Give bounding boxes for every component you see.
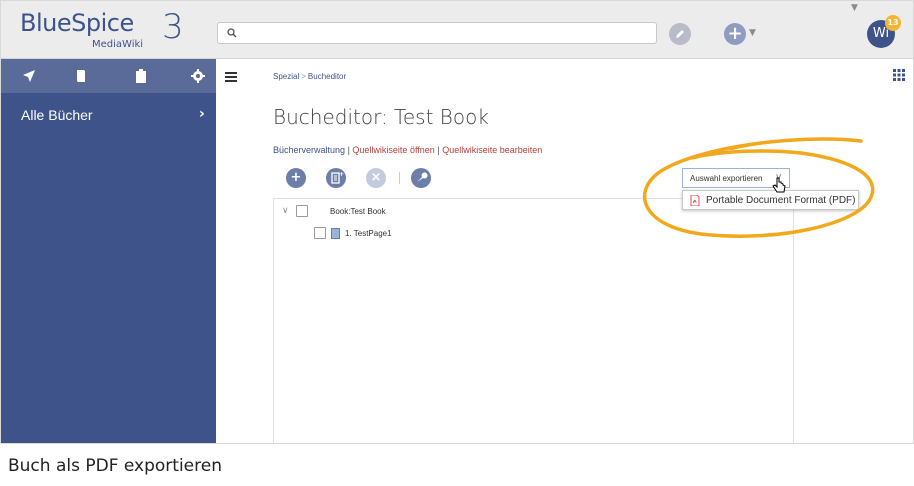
- pdf-icon: [690, 195, 700, 206]
- navigation-icon[interactable]: [21, 68, 37, 84]
- plus-icon: +: [727, 23, 743, 44]
- clipboard-icon[interactable]: [133, 68, 149, 84]
- export-dropdown-label: Auswahl exportieren: [690, 174, 763, 183]
- tree-root-label[interactable]: Book:Test Book: [330, 207, 386, 216]
- remove-button[interactable]: ×: [366, 168, 386, 188]
- sidebar-item-all-books[interactable]: Alle Bücher ›: [1, 105, 216, 127]
- checkbox-page[interactable]: [314, 227, 326, 239]
- pencil-icon: [676, 30, 684, 38]
- breadcrumb: Spezial > Bucheditor: [273, 72, 346, 81]
- tree-page-label[interactable]: 1. TestPage1: [345, 229, 392, 238]
- chevron-down-icon[interactable]: ▼: [851, 3, 858, 13]
- app-window: BlueSpice MediaWiki 3 + ▼ ▼ Wi 13 Alle B…: [0, 0, 914, 444]
- book-links: Bücherverwaltung | Quellwikiseite öffnen…: [273, 145, 542, 155]
- apps-grid-icon[interactable]: [893, 69, 905, 81]
- add-page-button[interactable]: +: [326, 168, 346, 188]
- wrench-icon: [417, 172, 428, 182]
- page-title: Bucheditor: Test Book: [273, 105, 489, 129]
- page-icon: [331, 228, 340, 239]
- link-separator: |: [347, 145, 350, 155]
- edit-button[interactable]: [669, 23, 691, 45]
- gear-icon[interactable]: [190, 68, 206, 84]
- sidebar-tabs: [1, 59, 216, 93]
- breadcrumb-separator: >: [301, 72, 306, 81]
- search-input[interactable]: [217, 22, 657, 44]
- book-icon[interactable]: [73, 68, 89, 84]
- logo-subtitle: MediaWiki: [92, 39, 144, 50]
- breadcrumb-link-spezial[interactable]: Spezial: [273, 72, 299, 81]
- link-separator: |: [437, 145, 440, 155]
- toolbar-divider: [399, 172, 400, 184]
- link-open-source-page[interactable]: Quellwikiseite öffnen: [352, 145, 434, 155]
- hand-cursor-icon: [772, 177, 786, 193]
- document-add-icon: +: [331, 171, 344, 184]
- create-button[interactable]: +: [724, 23, 746, 45]
- menu-icon[interactable]: [225, 72, 237, 82]
- close-icon: ×: [370, 170, 382, 185]
- svg-text:+: +: [339, 171, 344, 178]
- logo-wordmark: BlueSpice: [20, 9, 134, 37]
- chevron-right-icon: ›: [199, 106, 205, 122]
- logo-version: 3: [162, 7, 184, 47]
- breadcrumb-current[interactable]: Bucheditor: [308, 72, 346, 81]
- search-icon: [227, 28, 237, 38]
- tools-button[interactable]: [411, 168, 431, 188]
- plus-icon: +: [290, 170, 302, 185]
- sidebar-item-label: Alle Bücher: [21, 107, 93, 123]
- sidebar: Alle Bücher ›: [1, 59, 216, 443]
- top-bar: BlueSpice MediaWiki 3 + ▼ ▼ Wi 13: [1, 1, 913, 59]
- link-edit-source-page[interactable]: Quellwikiseite bearbeiten: [442, 145, 542, 155]
- export-option-pdf[interactable]: Portable Document Format (PDF): [682, 190, 859, 210]
- chevron-down-icon[interactable]: ∨: [282, 206, 289, 216]
- chevron-down-icon[interactable]: ▼: [749, 28, 756, 38]
- figure-caption: Buch als PDF exportieren: [8, 456, 222, 476]
- link-book-management[interactable]: Bücherverwaltung: [273, 145, 345, 155]
- add-chapter-button[interactable]: +: [286, 168, 306, 188]
- notification-badge[interactable]: 13: [885, 15, 901, 31]
- bluespice-logo[interactable]: BlueSpice MediaWiki 3: [10, 7, 210, 51]
- checkbox-root[interactable]: [296, 205, 308, 217]
- book-tree: ∨ Book:Test Book 1. TestPage1: [273, 198, 794, 443]
